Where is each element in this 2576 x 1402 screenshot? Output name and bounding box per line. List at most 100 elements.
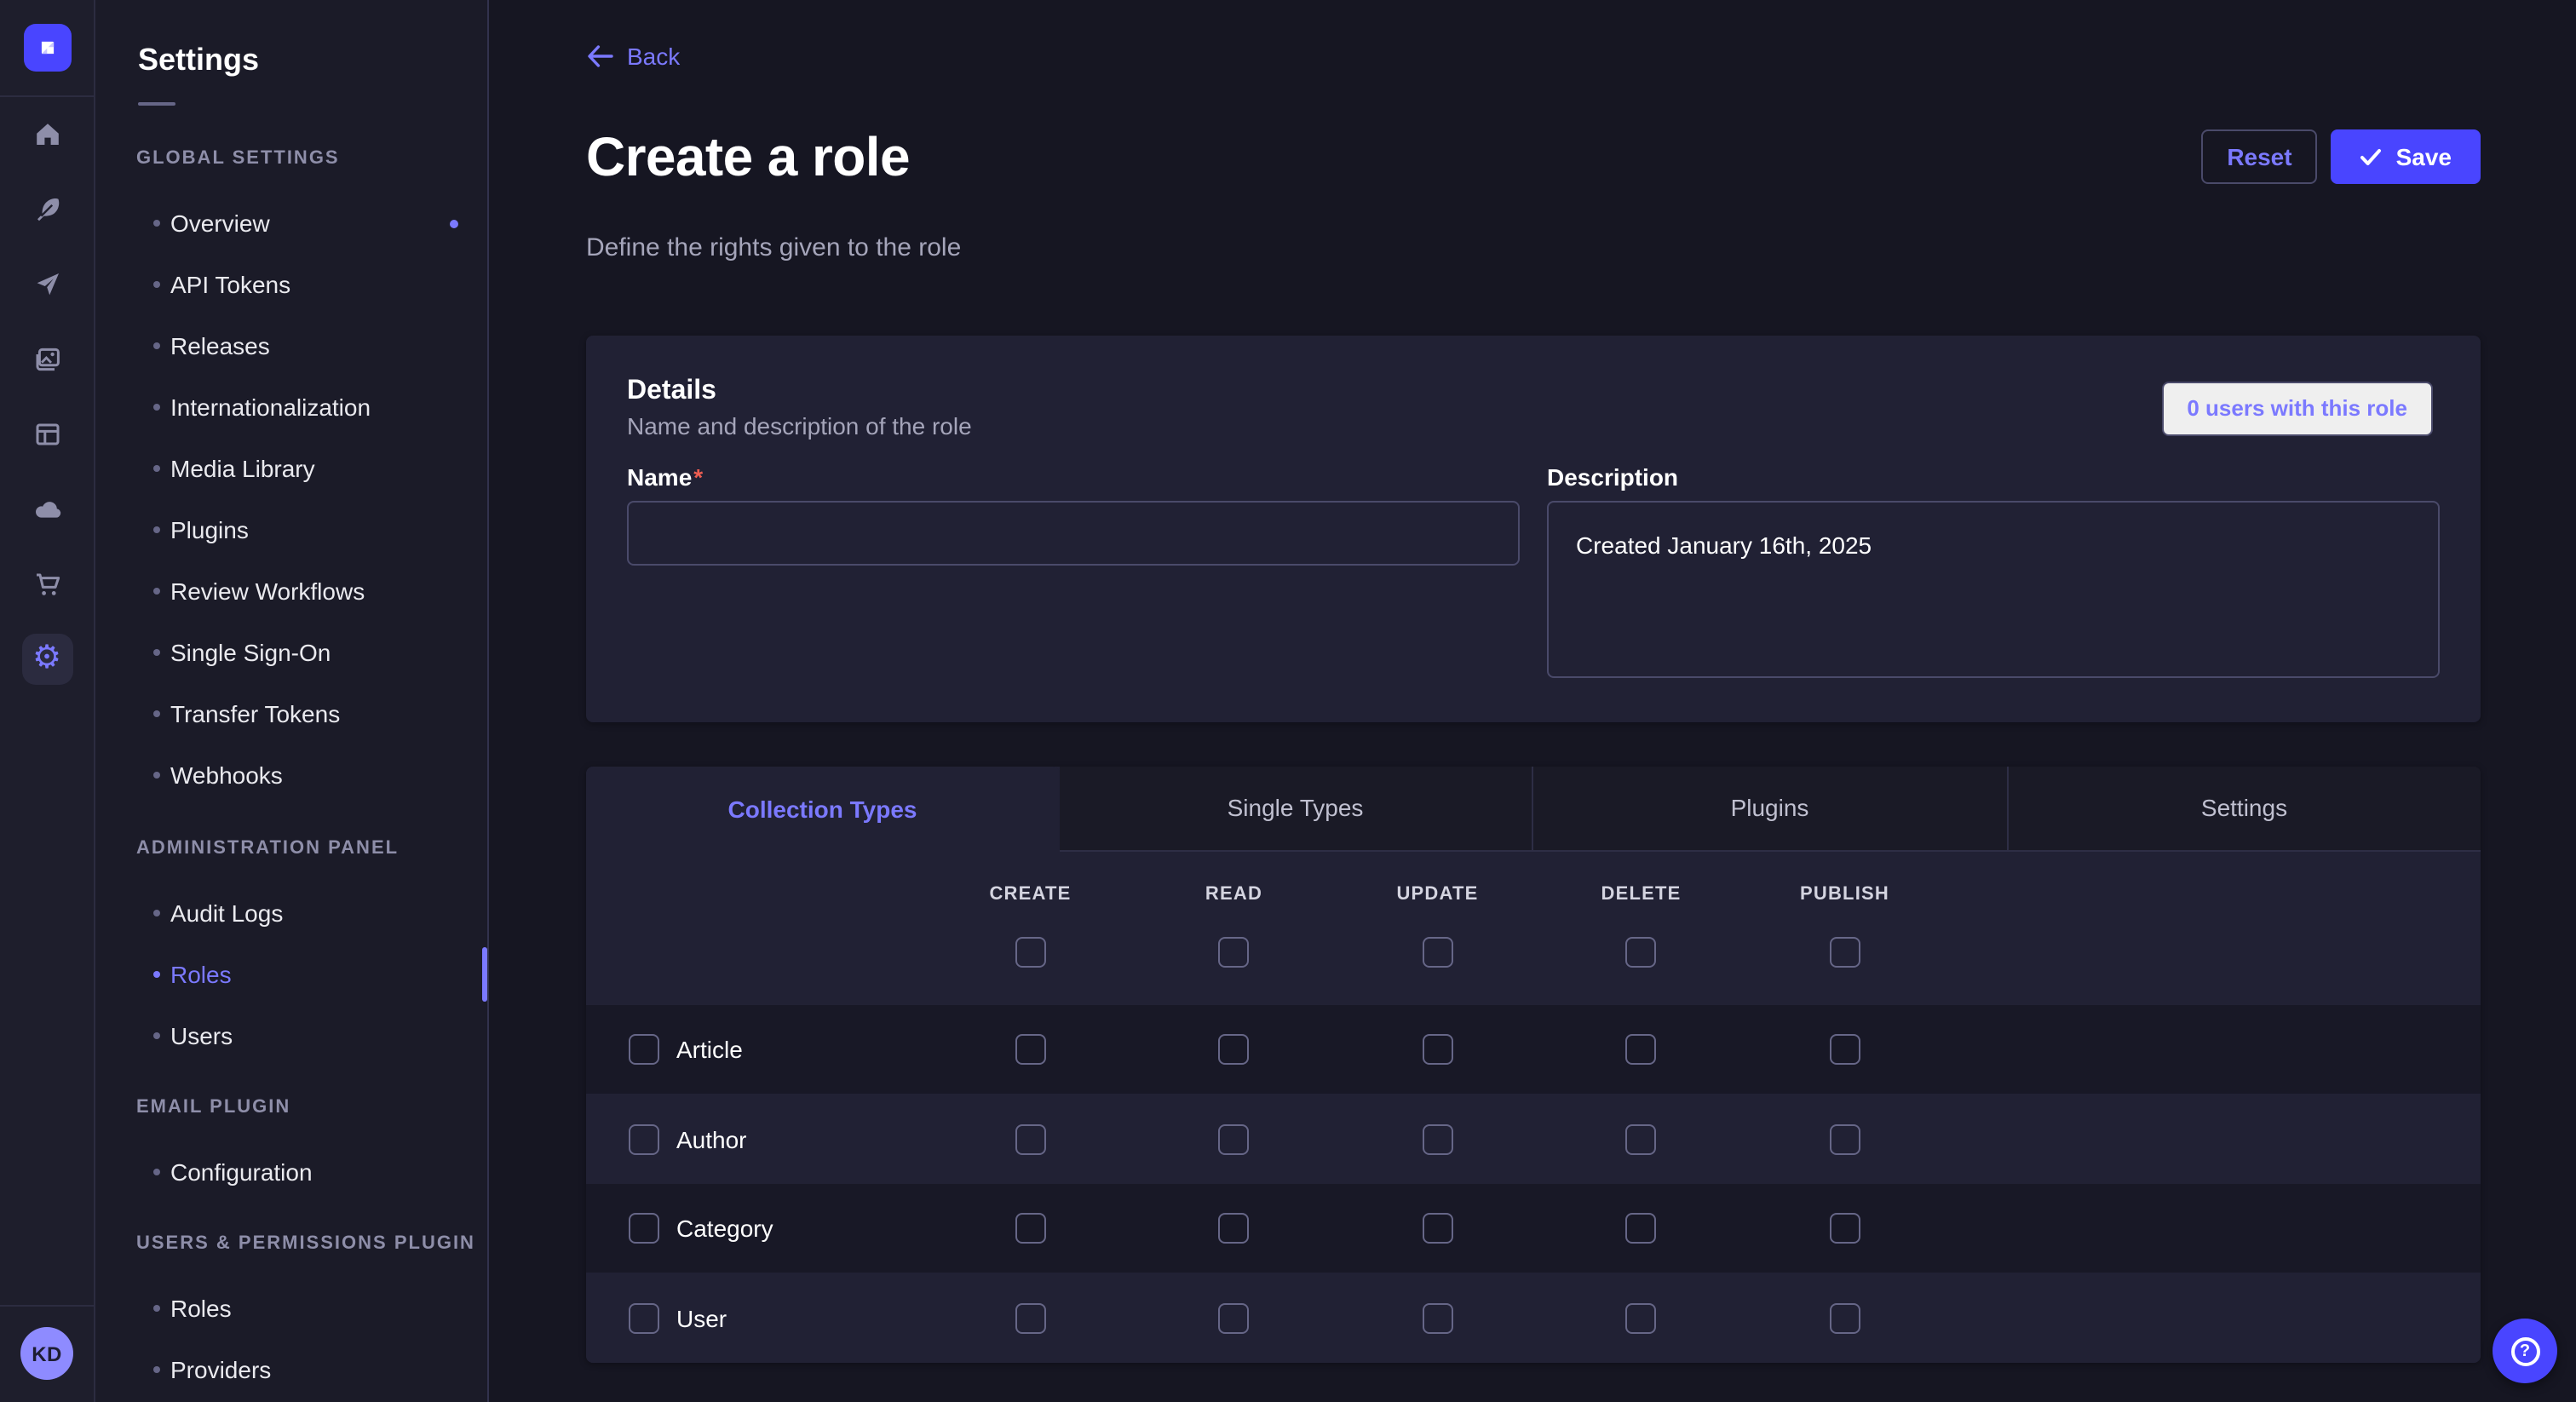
settings-gear-icon[interactable]: ⚙ bbox=[21, 633, 72, 684]
tab-settings[interactable]: Settings bbox=[2006, 767, 2481, 852]
sidebar-item-up-roles[interactable]: Roles bbox=[95, 1278, 487, 1339]
author-update-checkbox[interactable] bbox=[1423, 1123, 1453, 1154]
bullet-icon bbox=[153, 910, 160, 916]
main-content: Back Create a role Reset Save Define the… bbox=[489, 0, 2576, 1402]
reset-button[interactable]: Reset bbox=[2201, 130, 2317, 185]
column-header-update: UPDATE bbox=[1336, 882, 1539, 906]
category-read-checkbox[interactable] bbox=[1219, 1213, 1250, 1244]
author-publish-checkbox[interactable] bbox=[1830, 1123, 1860, 1154]
permissions-table-header: CREATE READ UPDATE DELETE PUBLISH bbox=[586, 852, 2481, 1005]
strapi-logo-glyph bbox=[33, 34, 60, 61]
article-publish-checkbox[interactable] bbox=[1830, 1034, 1860, 1065]
layout-window-icon[interactable] bbox=[20, 407, 74, 462]
sidebar-item-users[interactable]: Users bbox=[95, 1005, 487, 1066]
bullet-icon bbox=[153, 1366, 160, 1373]
article-read-checkbox[interactable] bbox=[1219, 1034, 1250, 1065]
user-publish-checkbox[interactable] bbox=[1830, 1302, 1860, 1333]
author-create-checkbox[interactable] bbox=[1015, 1123, 1046, 1154]
section-label-email-plugin: EMAIL PLUGIN bbox=[136, 1087, 487, 1128]
bullet-icon bbox=[153, 971, 160, 978]
section-label-users-permissions-plugin: USERS & PERMISSIONS PLUGIN bbox=[136, 1223, 487, 1264]
sidebar-item-roles-active[interactable]: Roles bbox=[95, 944, 487, 1005]
row-select-checkbox[interactable] bbox=[629, 1034, 659, 1065]
row-label: User bbox=[676, 1304, 727, 1331]
category-update-checkbox[interactable] bbox=[1423, 1213, 1453, 1244]
sidebar-item-overview[interactable]: Overview bbox=[95, 192, 487, 254]
sidebar-item-plugins[interactable]: Plugins bbox=[95, 499, 487, 560]
content-builder-feather-icon[interactable] bbox=[20, 182, 74, 237]
row-select-checkbox[interactable] bbox=[629, 1302, 659, 1333]
row-label: Article bbox=[676, 1036, 743, 1063]
row-select-checkbox[interactable] bbox=[629, 1213, 659, 1244]
settings-subnav: Settings GLOBAL SETTINGS Overview API To… bbox=[95, 0, 489, 1402]
table-row-article: Article bbox=[586, 1005, 2481, 1095]
main-nav-rail: ⚙ KD bbox=[0, 0, 95, 1402]
row-select-checkbox[interactable] bbox=[629, 1123, 659, 1154]
row-label: Author bbox=[676, 1125, 747, 1152]
column-header-create: CREATE bbox=[929, 882, 1132, 906]
column-header-read: READ bbox=[1132, 882, 1336, 906]
question-mark-icon: ? bbox=[2510, 1336, 2539, 1365]
user-update-checkbox[interactable] bbox=[1423, 1302, 1453, 1333]
sidebar-item-single-sign-on[interactable]: Single Sign-On bbox=[95, 622, 487, 683]
select-all-publish-checkbox[interactable] bbox=[1830, 937, 1860, 968]
category-create-checkbox[interactable] bbox=[1015, 1213, 1046, 1244]
cloud-icon[interactable] bbox=[20, 482, 74, 537]
tab-plugins[interactable]: Plugins bbox=[1532, 767, 2006, 852]
rail-bottom-divider bbox=[0, 1305, 95, 1307]
tab-collection-types[interactable]: Collection Types bbox=[586, 767, 1059, 852]
article-update-checkbox[interactable] bbox=[1423, 1034, 1453, 1065]
name-label: Name* bbox=[627, 465, 1520, 489]
table-row-user: User bbox=[586, 1273, 2481, 1363]
strapi-logo[interactable] bbox=[23, 24, 71, 72]
select-all-delete-checkbox[interactable] bbox=[1626, 937, 1657, 968]
select-all-update-checkbox[interactable] bbox=[1423, 937, 1453, 968]
select-all-create-checkbox[interactable] bbox=[1015, 937, 1046, 968]
help-button[interactable]: ? bbox=[2493, 1319, 2557, 1383]
section-label-global-settings: GLOBAL SETTINGS bbox=[136, 138, 487, 179]
sidebar-item-media-library[interactable]: Media Library bbox=[95, 438, 487, 499]
sidebar-item-review-workflows[interactable]: Review Workflows bbox=[95, 560, 487, 622]
select-all-read-checkbox[interactable] bbox=[1219, 937, 1250, 968]
author-read-checkbox[interactable] bbox=[1219, 1123, 1250, 1154]
sidebar-item-releases[interactable]: Releases bbox=[95, 315, 487, 376]
sidebar-item-api-tokens[interactable]: API Tokens bbox=[95, 254, 487, 315]
sidebar-item-audit-logs[interactable]: Audit Logs bbox=[95, 882, 487, 944]
check-icon bbox=[2360, 148, 2383, 167]
details-card: Details Name and description of the role… bbox=[586, 336, 2481, 722]
save-button[interactable]: Save bbox=[2332, 130, 2481, 185]
description-textarea[interactable]: Created January 16th, 2025 bbox=[1547, 501, 2440, 678]
marketplace-cart-icon[interactable] bbox=[20, 557, 74, 612]
bullet-icon bbox=[153, 220, 160, 227]
category-delete-checkbox[interactable] bbox=[1626, 1213, 1657, 1244]
sidebar-item-providers[interactable]: Providers bbox=[95, 1339, 487, 1400]
sidebar-item-internationalization[interactable]: Internationalization bbox=[95, 376, 487, 438]
notification-dot bbox=[450, 219, 458, 227]
category-publish-checkbox[interactable] bbox=[1830, 1213, 1860, 1244]
send-plane-icon[interactable] bbox=[20, 257, 74, 312]
article-create-checkbox[interactable] bbox=[1015, 1034, 1046, 1065]
name-input[interactable] bbox=[627, 501, 1520, 566]
home-icon[interactable] bbox=[20, 107, 74, 162]
sidebar-item-configuration[interactable]: Configuration bbox=[95, 1141, 487, 1203]
author-delete-checkbox[interactable] bbox=[1626, 1123, 1657, 1154]
media-images-icon[interactable] bbox=[20, 332, 74, 387]
bullet-icon bbox=[153, 1169, 160, 1175]
bullet-icon bbox=[153, 465, 160, 472]
column-header-publish: PUBLISH bbox=[1743, 882, 1946, 906]
back-link[interactable]: Back bbox=[586, 39, 680, 73]
tab-single-types[interactable]: Single Types bbox=[1059, 767, 1532, 852]
bullet-icon bbox=[153, 342, 160, 349]
avatar[interactable]: KD bbox=[20, 1327, 73, 1380]
user-delete-checkbox[interactable] bbox=[1626, 1302, 1657, 1333]
bullet-icon bbox=[153, 1032, 160, 1039]
users-with-role-button[interactable]: 0 users with this role bbox=[2161, 382, 2433, 436]
user-create-checkbox[interactable] bbox=[1015, 1302, 1046, 1333]
required-asterisk: * bbox=[693, 463, 703, 491]
sidebar-item-webhooks[interactable]: Webhooks bbox=[95, 744, 487, 806]
sidebar-item-transfer-tokens[interactable]: Transfer Tokens bbox=[95, 683, 487, 744]
article-delete-checkbox[interactable] bbox=[1626, 1034, 1657, 1065]
subnav-title: Settings bbox=[138, 43, 487, 77]
arrow-left-icon bbox=[586, 44, 613, 68]
user-read-checkbox[interactable] bbox=[1219, 1302, 1250, 1333]
